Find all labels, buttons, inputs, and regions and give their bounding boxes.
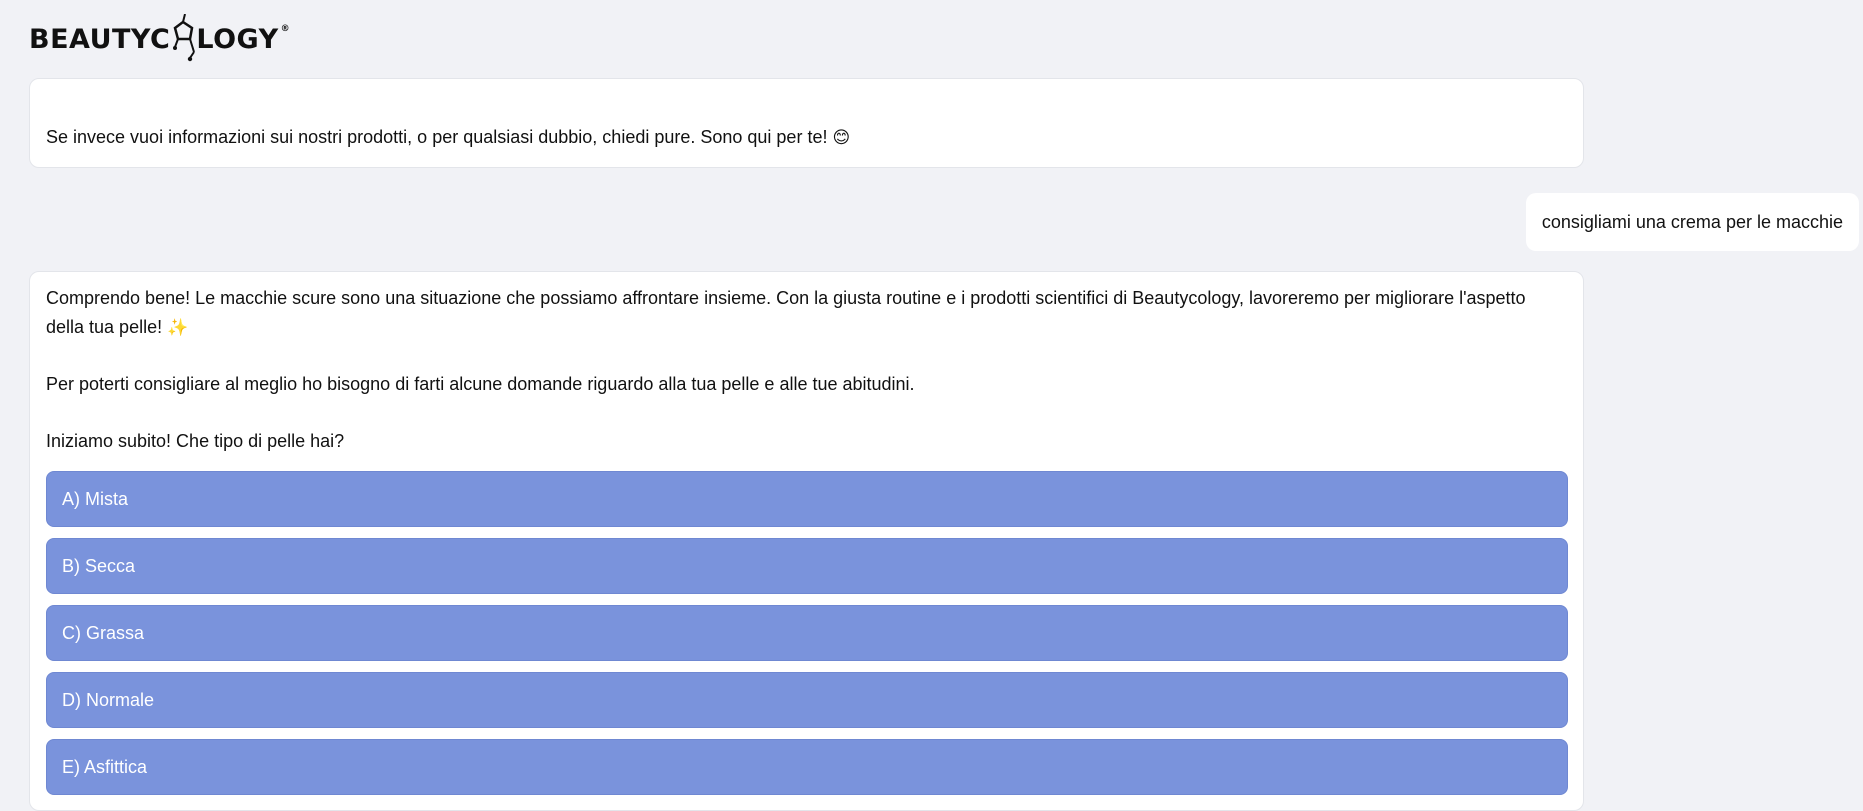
option-button-normale[interactable]: D) Normale — [46, 672, 1568, 728]
option-button-secca[interactable]: B) Secca — [46, 538, 1568, 594]
option-button-mista[interactable]: A) Mista — [46, 471, 1568, 527]
user-message: consigliami una crema per le macchie — [1525, 193, 1859, 251]
molecule-icon — [173, 14, 196, 62]
bot-message-paragraph: Comprendo bene! Le macchie scure sono un… — [46, 284, 1567, 342]
bot-message-paragraph-2: Per poterti consigliare al meglio ho bis… — [46, 374, 915, 394]
brand-logo[interactable]: BEAUTYC LOGY ® — [29, 14, 290, 64]
user-message-text: consigliami una crema per le macchie — [1541, 211, 1843, 232]
logo-text-right: LOGY — [196, 23, 279, 55]
header: BEAUTYC LOGY ® — [0, 0, 1863, 76]
bot-message-text: Se invece vuoi informazioni sui nostri p… — [46, 123, 1567, 152]
answer-options: A) Mista B) Secca C) Grassa D) Normale E… — [46, 471, 1568, 795]
sparkles-emoji: ✨ — [167, 318, 189, 337]
smile-emoji: 😊 — [832, 128, 851, 147]
option-button-asfittica[interactable]: E) Asfittica — [46, 739, 1568, 795]
bot-message-paragraph-1: Comprendo bene! Le macchie scure sono un… — [46, 288, 1526, 337]
chat-conversation[interactable]: Se invece vuoi informazioni sui nostri p… — [0, 78, 1863, 811]
logo-text-left: BEAUTYC — [29, 23, 171, 55]
bot-message-question: Iniziamo subito! Che tipo di pelle hai? — [46, 431, 345, 451]
option-button-grassa[interactable]: C) Grassa — [46, 605, 1568, 661]
bot-message: Comprendo bene! Le macchie scure sono un… — [29, 271, 1584, 811]
bot-message-body: Se invece vuoi informazioni sui nostri p… — [46, 127, 828, 147]
registered-mark: ® — [280, 24, 291, 34]
bot-message: Se invece vuoi informazioni sui nostri p… — [29, 78, 1584, 168]
